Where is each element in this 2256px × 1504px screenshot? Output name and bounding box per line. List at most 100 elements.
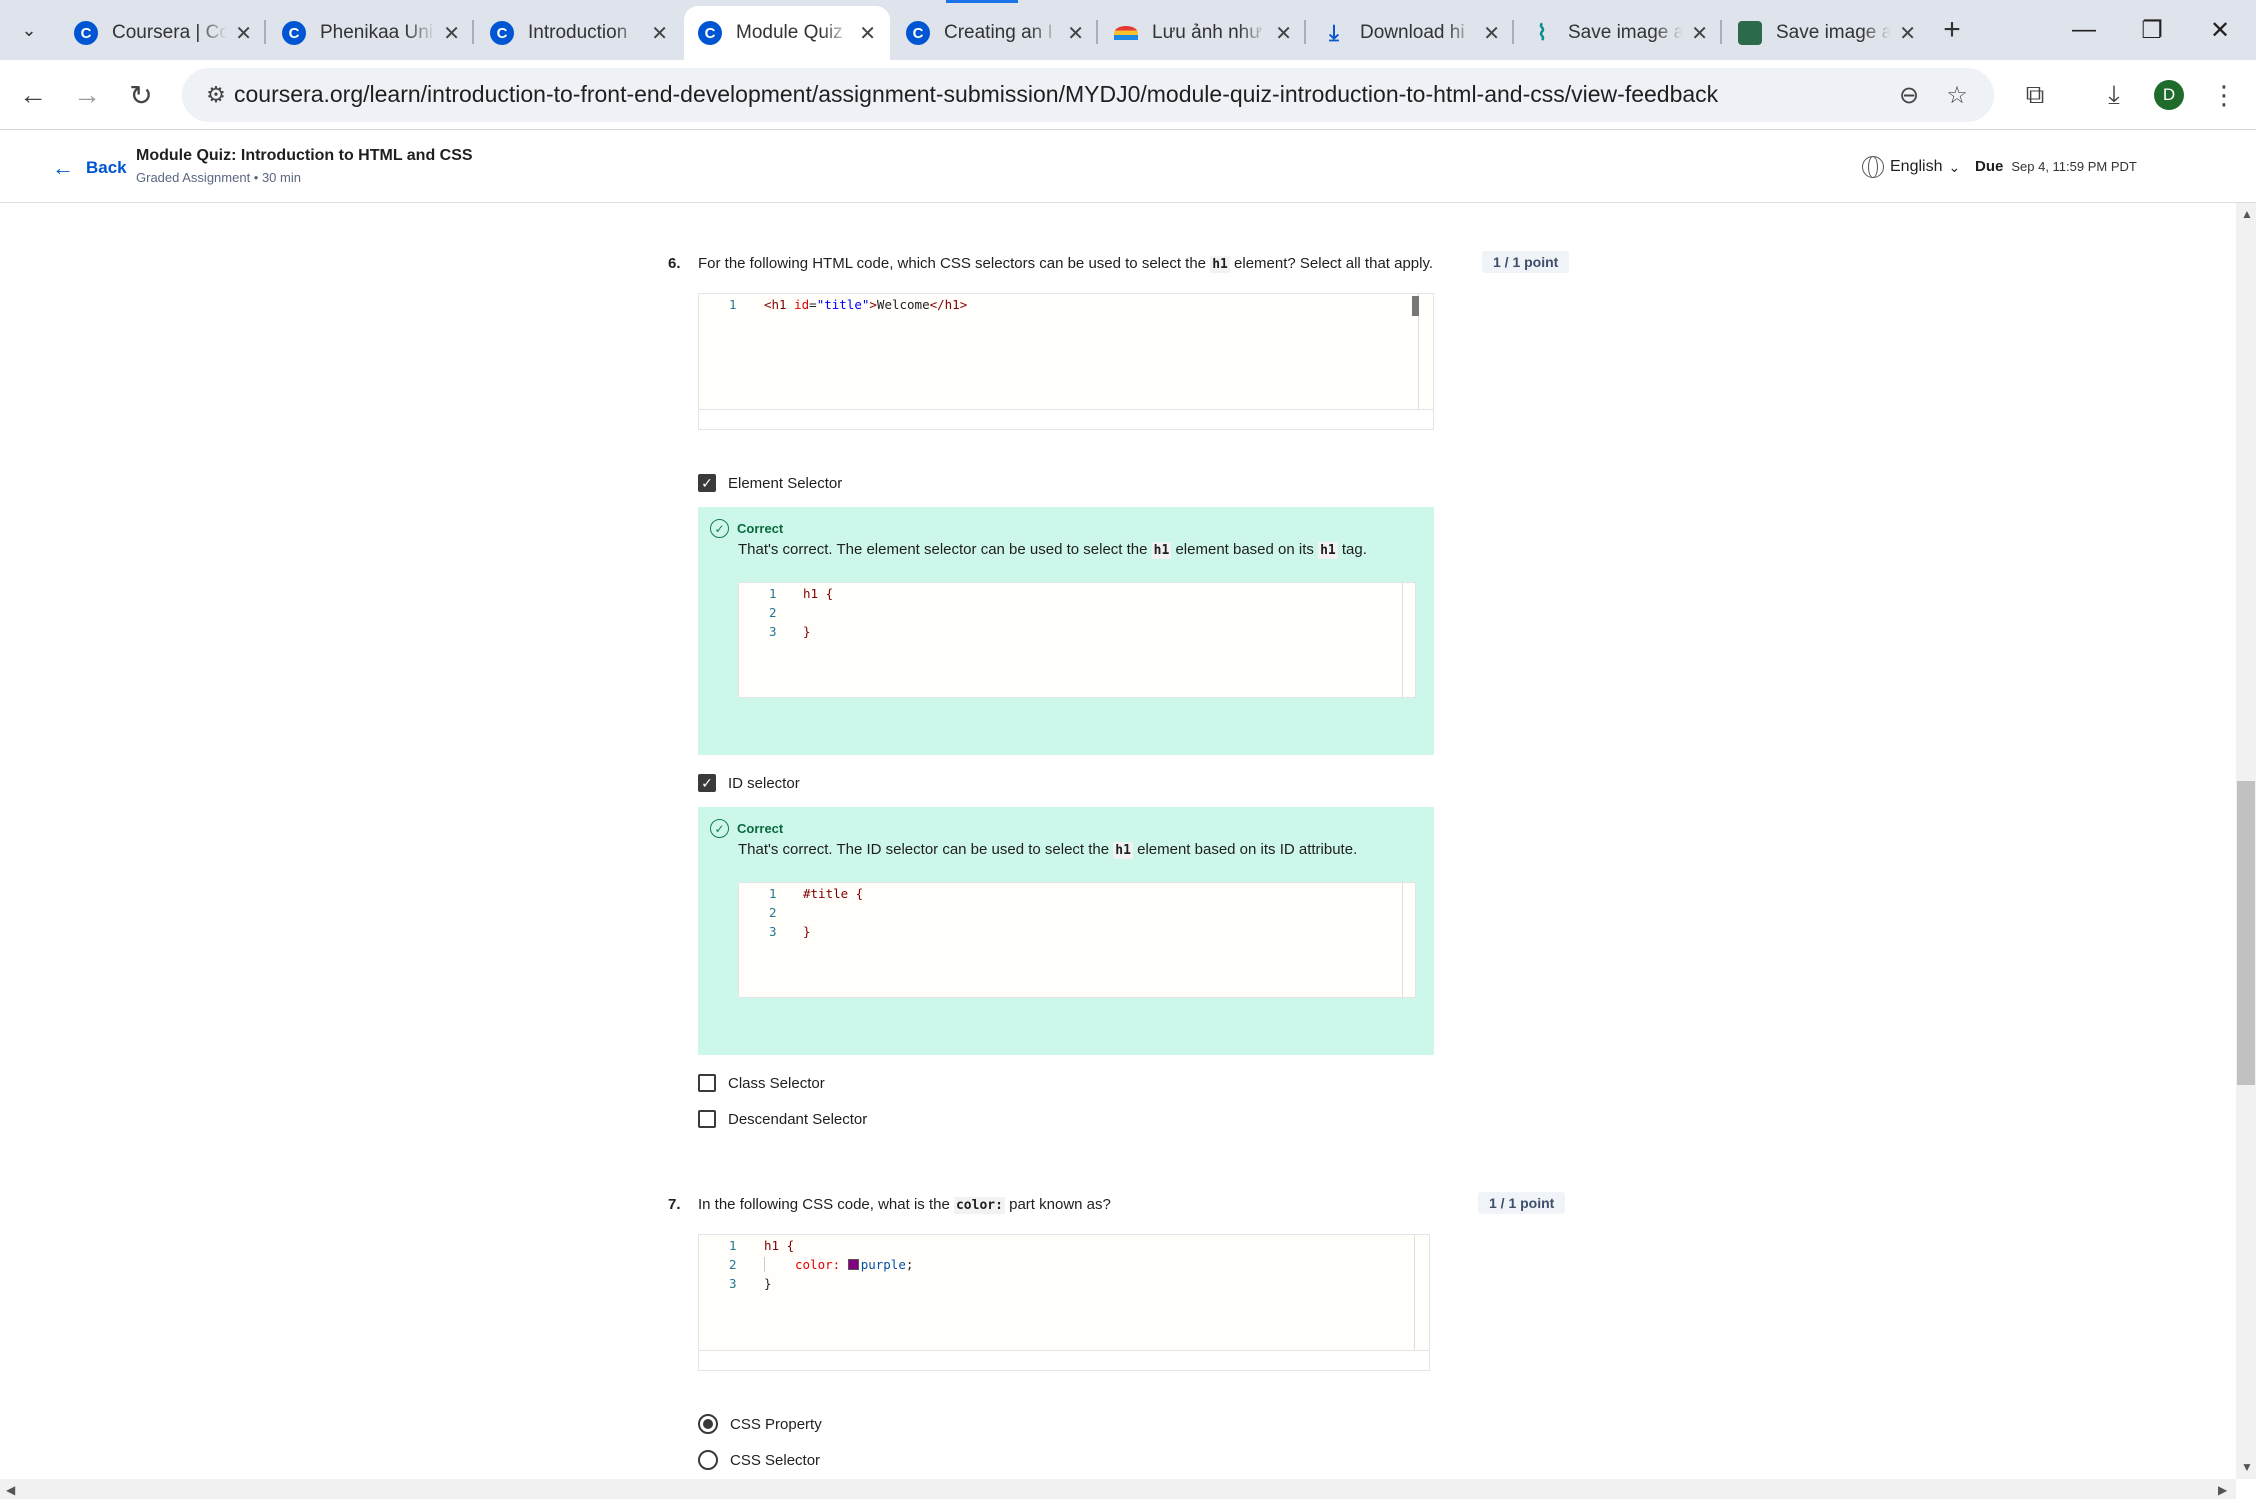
code-line: } [764, 1276, 772, 1291]
new-tab-plus-icon[interactable]: + [1934, 10, 1970, 50]
close-tab-icon[interactable]: ✕ [859, 21, 876, 46]
checkbox-unchecked-icon[interactable] [698, 1074, 716, 1092]
browser-tab[interactable]: C Phenikaa Uni ✕ [268, 6, 474, 60]
browser-tab[interactable]: C Introduction ✕ [476, 6, 682, 60]
close-tab-icon[interactable]: ✕ [1691, 21, 1708, 46]
question-number: 7. [668, 1196, 681, 1213]
line-number: 2 [729, 1257, 737, 1272]
profile-avatar[interactable]: D [2154, 80, 2184, 110]
scroll-down-arrow-icon[interactable]: ▼ [2241, 1460, 2253, 1474]
code-line: <h1 id="title">Welcome</h1> [764, 297, 968, 312]
close-tab-icon[interactable]: ✕ [1483, 21, 1500, 46]
points-badge: 1 / 1 point [1482, 251, 1570, 273]
checkbox-checked-icon[interactable]: ✓ [698, 474, 716, 492]
scroll-up-arrow-icon[interactable]: ▲ [2241, 207, 2253, 221]
line-number: 3 [729, 1276, 737, 1291]
tab-title: Save image a [1776, 22, 1892, 43]
extensions-icon[interactable]: ⧉ [2015, 75, 2055, 115]
option-label: Class Selector [728, 1074, 825, 1092]
url-text[interactable]: coursera.org/learn/introduction-to-front… [234, 81, 1718, 108]
back-arrow-icon: ← [52, 155, 74, 180]
scroll-left-arrow-icon[interactable]: ◀ [6, 1483, 15, 1497]
chevron-down-icon: ⌄ [1948, 158, 1961, 175]
option-class-selector[interactable]: Class Selector [698, 1074, 825, 1092]
browser-tab[interactable]: Save image a ✕ [1724, 6, 1930, 60]
zoom-icon[interactable]: ⊖ [1892, 78, 1926, 112]
close-window-icon[interactable]: ✕ [2190, 8, 2250, 52]
restore-window-icon[interactable]: ❐ [2122, 8, 2182, 52]
code-editor[interactable]: 1 <h1 id="title">Welcome</h1> [698, 293, 1434, 430]
feedback-correct: ✓ Correct That's correct. The ID selecto… [698, 807, 1434, 1055]
code-line: h1 { [803, 586, 834, 601]
close-tab-icon[interactable]: ✕ [1899, 21, 1916, 46]
browser-toolbar: ← → ↻ ⚙ coursera.org/learn/introduction-… [0, 60, 2256, 130]
close-tab-icon[interactable]: ✕ [651, 21, 668, 46]
tab-title: Save image a [1568, 22, 1684, 43]
assignment-header: ← Back Module Quiz: Introduction to HTML… [0, 131, 2256, 203]
color-swatch[interactable] [847, 1259, 859, 1270]
due-label: Due [1975, 158, 2004, 175]
option-css-property[interactable]: CSS Property [698, 1414, 822, 1434]
checkbox-checked-icon[interactable]: ✓ [698, 774, 716, 792]
tab-search-chevron-icon[interactable]: ⌄ [12, 13, 46, 47]
language-selector[interactable]: English ⌄ [1862, 156, 1960, 178]
code-line: color: purple; [764, 1257, 913, 1272]
due-date: Due Sep 4, 11:59 PM PDT [1975, 158, 2137, 175]
radio-selected-icon[interactable] [698, 1414, 718, 1434]
code-line: } [803, 624, 811, 639]
option-element-selector[interactable]: ✓ Element Selector [698, 474, 842, 492]
close-tab-icon[interactable]: ✕ [443, 21, 460, 46]
tab-title: Phenikaa Uni [320, 22, 434, 43]
downloads-icon[interactable]: ⤓ [2094, 75, 2134, 115]
option-label: CSS Selector [730, 1451, 821, 1469]
bookmark-star-icon[interactable]: ☆ [1940, 78, 1974, 112]
reload-icon[interactable]: ↻ [120, 74, 162, 116]
option-label: Element Selector [728, 474, 843, 492]
browser-tab[interactable]: ⌇ Save image a ✕ [1516, 6, 1722, 60]
feedback-text: That's correct. The element selector can… [738, 541, 1367, 559]
feedback-code-block[interactable]: 1 2 3 h1 { } [738, 582, 1416, 698]
forward-arrow-icon[interactable]: → [66, 74, 108, 116]
scroll-right-arrow-icon[interactable]: ▶ [2218, 1483, 2227, 1497]
back-arrow-icon[interactable]: ← [12, 74, 54, 116]
radio-unselected-icon[interactable] [698, 1450, 718, 1470]
option-descendant-selector[interactable]: Descendant Selector [698, 1110, 867, 1128]
editor-scrollbar[interactable] [1412, 296, 1419, 316]
feedback-status: ✓ Correct [710, 519, 783, 538]
assignment-title: Module Quiz: Introduction to HTML and CS… [136, 147, 473, 164]
globe-icon [1862, 156, 1884, 178]
page-scrollbar-thumb[interactable] [2237, 781, 2255, 1085]
browser-tab-active[interactable]: C Module Quiz ✕ [684, 6, 890, 60]
coursera-icon: C [906, 21, 930, 45]
browser-tab[interactable]: Lưu ảnh như ✕ [1100, 6, 1306, 60]
site-settings-icon[interactable]: ⚙ [200, 79, 232, 111]
feedback-code-block[interactable]: 1 2 3 #title { } [738, 882, 1416, 998]
browser-tab-bar: ⌄ C Coursera | Co ✕ C Phenikaa Uni ✕ C I… [0, 0, 2256, 60]
option-css-selector[interactable]: CSS Selector [698, 1450, 820, 1470]
close-tab-icon[interactable]: ✕ [1275, 21, 1292, 46]
option-id-selector[interactable]: ✓ ID selector [698, 774, 800, 792]
question-text: In the following CSS code, what is the c… [698, 1196, 1111, 1214]
due-value: Sep 4, 11:59 PM PDT [2011, 159, 2137, 174]
back-link[interactable]: ← Back [52, 155, 127, 181]
browser-tab[interactable]: ⤓ Download hi ✕ [1308, 6, 1514, 60]
minimize-icon[interactable]: — [2054, 8, 2114, 52]
code-editor[interactable]: 1 2 3 h1 { color: purple; } [698, 1234, 1430, 1371]
address-bar[interactable]: ⚙ coursera.org/learn/introduction-to-fro… [182, 68, 1994, 122]
browser-tab[interactable]: C Coursera | Co ✕ [60, 6, 266, 60]
line-number: 1 [729, 1238, 737, 1253]
code-line: h1 { [764, 1238, 795, 1253]
tab-title: Download hi [1360, 22, 1465, 43]
more-menu-icon[interactable]: ⋮ [2204, 75, 2244, 115]
tab-title: Coursera | Co [112, 22, 228, 43]
feedback-correct: ✓ Correct That's correct. The element se… [698, 507, 1434, 755]
coursera-icon: C [282, 21, 306, 45]
coursera-icon: C [698, 21, 722, 45]
language-label: English [1890, 158, 1943, 175]
close-tab-icon[interactable]: ✕ [1067, 21, 1084, 46]
checkbox-unchecked-icon[interactable] [698, 1110, 716, 1128]
back-label: Back [86, 158, 127, 177]
close-tab-icon[interactable]: ✕ [235, 21, 252, 46]
horizontal-scrollbar[interactable] [0, 1479, 2236, 1499]
browser-tab[interactable]: C Creating an I ✕ [892, 6, 1098, 60]
